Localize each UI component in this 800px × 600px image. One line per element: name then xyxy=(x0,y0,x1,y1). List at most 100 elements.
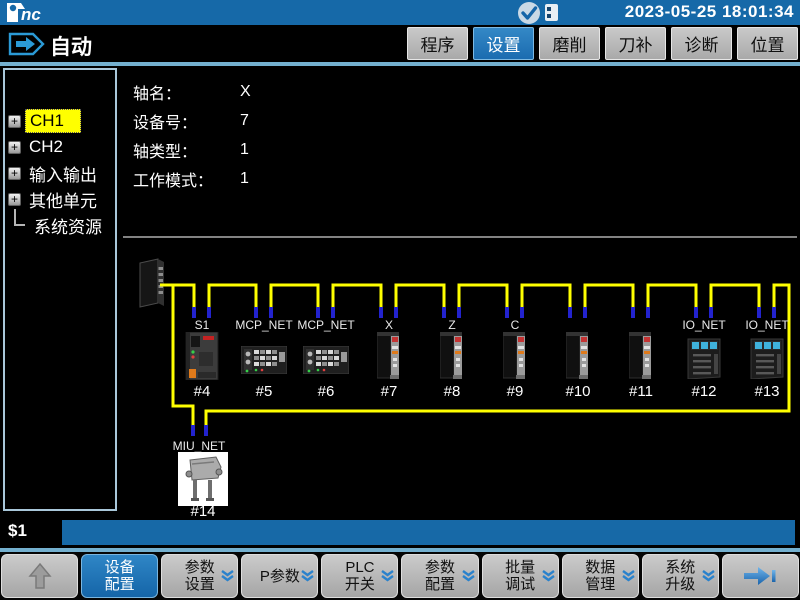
operator-panel-icon xyxy=(241,346,287,374)
tab-program[interactable]: 程序 xyxy=(407,27,468,60)
softkey-label: 参数 xyxy=(425,559,455,576)
chevron-down-icon xyxy=(380,569,395,583)
softkey-device-config[interactable]: 设备 配置 xyxy=(81,554,158,598)
softkey-label: 数据 xyxy=(585,559,615,576)
device-4[interactable]: S1 #4 xyxy=(186,318,218,400)
softkey-label: 系统 xyxy=(665,559,695,576)
softkey-label: 配置 xyxy=(425,576,455,593)
device-id: #14 xyxy=(190,503,215,517)
chevron-down-icon xyxy=(541,569,556,583)
device-id: #10 xyxy=(565,383,590,400)
miu-unit-icon xyxy=(178,452,228,506)
expand-plus-icon[interactable]: + xyxy=(8,193,21,206)
device-12[interactable]: IO_NET #12 xyxy=(682,318,726,400)
softkey-label: 升级 xyxy=(665,576,695,593)
softkey-param-config[interactable]: 参数 配置 xyxy=(401,554,478,598)
device-label: MIU_NET xyxy=(173,439,226,453)
datetime-display: 2023-05-25 18:01:34 xyxy=(625,2,794,22)
device-tree-panel: + CH1 + CH2 + 输入输出 + 其他单元 系统资源 xyxy=(3,68,117,511)
tree-item-ch1[interactable]: + CH1 xyxy=(5,108,115,134)
chevron-down-icon xyxy=(701,569,716,583)
tree-item-label[interactable]: 系统资源 xyxy=(30,212,106,239)
tree-item-label[interactable]: 输入输出 xyxy=(25,160,101,187)
softkey-label: 开关 xyxy=(345,576,375,593)
tree-item-io[interactable]: + 输入输出 xyxy=(5,160,115,186)
device-config-pane: 轴名： X 设备号： 7 轴类型： 1 工作模式： 1 xyxy=(122,66,800,517)
controller-unit-icon[interactable] xyxy=(140,259,164,307)
network-topology-diagram: S1 #4 MCP_NET #5 MCP_NET #6 X #7 Z xyxy=(122,66,800,517)
servo-drive-icon xyxy=(377,332,399,379)
expand-plus-icon[interactable]: + xyxy=(8,167,21,180)
tab-position[interactable]: 位置 xyxy=(737,27,798,60)
device-id: #12 xyxy=(691,383,716,400)
channel-indicator: $1 xyxy=(8,521,27,541)
softkey-label: 配置 xyxy=(105,576,135,593)
softkey-label: P参数 xyxy=(260,568,300,585)
page-up-button[interactable] xyxy=(1,554,78,598)
page-up-arrow-icon xyxy=(27,561,53,591)
chevron-down-icon xyxy=(621,569,636,583)
command-input-field[interactable] xyxy=(62,520,795,545)
device-6[interactable]: MCP_NET #6 xyxy=(297,318,355,400)
softkey-p-param[interactable]: P参数 xyxy=(241,554,318,598)
mode-title: 自动 xyxy=(50,31,92,61)
next-page-button[interactable] xyxy=(722,554,799,598)
device-10[interactable]: #10 xyxy=(565,332,590,400)
softkey-label: 设置 xyxy=(185,576,215,593)
top-tab-bar: 程序 设置 磨削 刀补 诊断 位置 xyxy=(407,27,798,60)
device-id: #11 xyxy=(629,383,653,400)
softkey-label: 设备 xyxy=(105,559,135,576)
device-label: MCP_NET xyxy=(235,318,293,332)
softkey-toolbar: 设备 配置 参数 设置 P参数 PLC 开关 参数 配置 批量 xyxy=(0,552,800,600)
servo-drive-icon xyxy=(503,332,525,379)
expand-plus-icon[interactable]: + xyxy=(8,141,21,154)
device-7[interactable]: X #7 xyxy=(377,318,399,400)
tree-item-label[interactable]: 其他单元 xyxy=(25,186,101,213)
tab-settings[interactable]: 设置 xyxy=(473,27,534,60)
softkey-batch-debug[interactable]: 批量 调试 xyxy=(482,554,559,598)
softkey-data-manage[interactable]: 数据 管理 xyxy=(562,554,639,598)
softkey-plc-switch[interactable]: PLC 开关 xyxy=(321,554,398,598)
softkey-label: 参数 xyxy=(185,559,215,576)
tree-item-label[interactable]: CH2 xyxy=(25,136,67,158)
device-id: #9 xyxy=(507,383,524,400)
device-id: #4 xyxy=(194,383,211,400)
device-label: X xyxy=(385,318,393,332)
device-8[interactable]: Z #8 xyxy=(440,318,462,400)
device-tree: + CH1 + CH2 + 输入输出 + 其他单元 系统资源 xyxy=(5,108,115,238)
brand-logo-icon: nc xyxy=(5,1,71,24)
title-bar: 自动 程序 设置 磨削 刀补 诊断 位置 xyxy=(0,25,800,62)
softkey-label: 调试 xyxy=(505,576,535,593)
device-id: #13 xyxy=(754,383,779,400)
expand-plus-icon[interactable]: + xyxy=(8,115,21,128)
chevron-down-icon xyxy=(300,569,315,583)
tree-item-ch2[interactable]: + CH2 xyxy=(5,134,115,160)
tree-item-label[interactable]: CH1 xyxy=(25,109,81,133)
tab-grinding[interactable]: 磨削 xyxy=(539,27,600,60)
device-label: IO_NET xyxy=(682,318,726,332)
device-label: S1 xyxy=(195,318,210,332)
operator-panel-icon xyxy=(303,346,349,374)
softkey-param-setting[interactable]: 参数 设置 xyxy=(161,554,238,598)
device-11[interactable]: #11 xyxy=(629,332,653,400)
device-14[interactable]: MIU_NET #14 xyxy=(173,439,228,517)
device-id: #6 xyxy=(318,383,335,400)
device-label: IO_NET xyxy=(745,318,789,332)
softkey-label: 管理 xyxy=(585,576,615,593)
device-9[interactable]: C #9 xyxy=(503,318,525,400)
chevron-down-icon xyxy=(220,569,235,583)
tab-diagnosis[interactable]: 诊断 xyxy=(671,27,732,60)
device-5[interactable]: MCP_NET #5 xyxy=(235,318,293,400)
device-id: #7 xyxy=(381,383,398,400)
device-label: C xyxy=(511,318,520,332)
tree-item-system-resources[interactable]: 系统资源 xyxy=(5,212,115,238)
softkey-system-upgrade[interactable]: 系统 升级 xyxy=(642,554,719,598)
device-13[interactable]: IO_NET #13 xyxy=(745,318,789,400)
command-bar: $1 xyxy=(0,517,800,548)
tree-branch-line xyxy=(14,209,25,226)
servo-drive-icon xyxy=(566,332,588,379)
device-label: Z xyxy=(448,318,455,332)
chevron-down-icon xyxy=(461,569,476,583)
tab-tool-comp[interactable]: 刀补 xyxy=(605,27,666,60)
mode-arrow-icon xyxy=(8,31,46,57)
